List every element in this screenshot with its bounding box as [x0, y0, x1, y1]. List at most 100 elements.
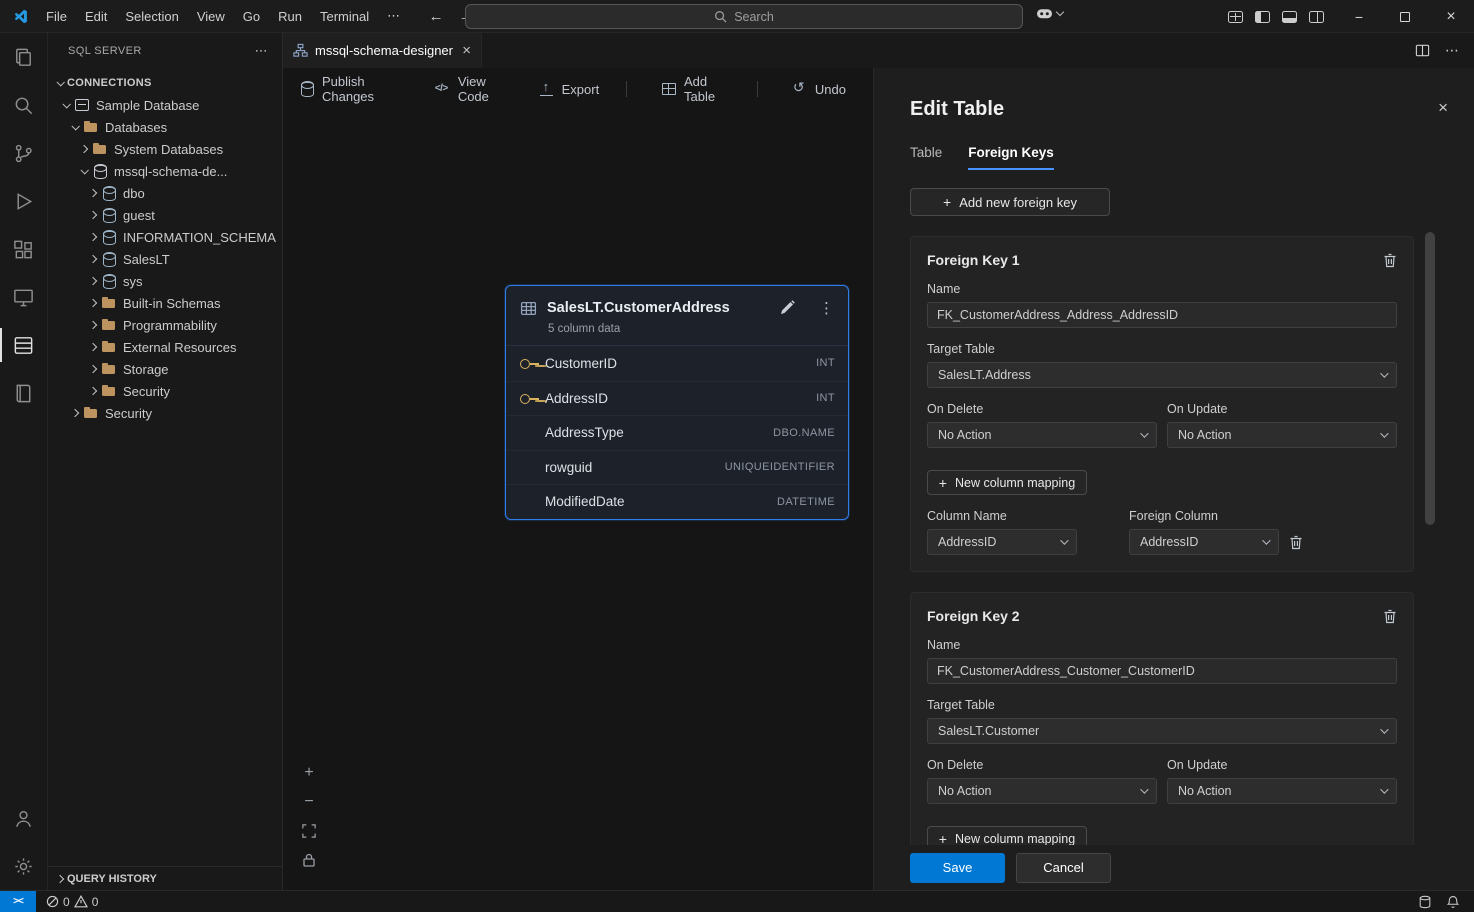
notifications-bell-icon[interactable]	[1446, 895, 1460, 909]
table-node-menu-icon[interactable]: ⋮	[819, 299, 834, 317]
zoom-out-icon[interactable]: −	[301, 794, 317, 810]
query-history-section[interactable]: QUERY HISTORY	[48, 866, 282, 890]
menu-item[interactable]: Edit	[76, 9, 116, 24]
new-column-mapping-button[interactable]: + New column mapping	[927, 470, 1087, 495]
cancel-button[interactable]: Cancel	[1016, 853, 1111, 883]
fk1-foreign-column-select[interactable]: AddressID	[1129, 529, 1279, 555]
toolbar-button[interactable]: View Code	[435, 74, 512, 104]
explorer-icon[interactable]	[0, 33, 48, 81]
problems-indicator[interactable]: 0 0	[46, 895, 98, 909]
tree-item[interactable]: Programmability	[48, 314, 282, 336]
tree-chevron-icon[interactable]	[85, 248, 100, 270]
save-button[interactable]: Save	[910, 853, 1005, 883]
fk1-column-name-select[interactable]: AddressID	[927, 529, 1077, 555]
tree-item[interactable]: Sample Database	[48, 94, 282, 116]
close-button[interactable]: ×	[1428, 0, 1474, 33]
remote-indicator[interactable]: ><	[0, 891, 36, 912]
designer-canvas[interactable]: Publish Changes View Code Export	[283, 68, 873, 890]
table-column-row[interactable]: AddressID INT	[506, 381, 848, 416]
menu-overflow-icon[interactable]: ⋯	[378, 8, 409, 24]
lock-icon[interactable]	[301, 852, 317, 868]
toggle-panel-icon[interactable]	[1282, 11, 1297, 23]
tree-chevron-icon[interactable]	[85, 204, 100, 226]
tree-chevron-icon[interactable]	[85, 358, 100, 380]
fk2-name-input[interactable]	[927, 658, 1397, 684]
connections-section-header[interactable]: CONNECTIONS	[48, 72, 282, 94]
tree-chevron-icon[interactable]	[58, 94, 73, 116]
table-column-row[interactable]: AddressType DBO.NAME	[506, 415, 848, 450]
tree-item[interactable]: dbo	[48, 182, 282, 204]
toolbar-button[interactable]: Undo	[757, 81, 846, 97]
minimize-button[interactable]: −	[1336, 0, 1382, 33]
tab-mssql-schema-designer[interactable]: mssql-schema-designer ×	[283, 33, 482, 68]
table-column-row[interactable]: rowguid UNIQUEIDENTIFIER	[506, 450, 848, 485]
fk1-target-table-select[interactable]: SalesLT.Address	[927, 362, 1397, 388]
command-center-search[interactable]: Search	[465, 4, 1023, 29]
new-column-mapping-button-fk2[interactable]: + New column mapping	[927, 826, 1087, 845]
tab-close-icon[interactable]: ×	[462, 42, 471, 59]
tree-item[interactable]: System Databases	[48, 138, 282, 160]
notebooks-icon[interactable]	[0, 369, 48, 417]
settings-gear-icon[interactable]	[0, 842, 48, 890]
tree-chevron-icon[interactable]	[85, 314, 100, 336]
tree-item[interactable]: External Resources	[48, 336, 282, 358]
fit-view-icon[interactable]	[301, 823, 317, 839]
copilot-menu[interactable]	[1035, 6, 1063, 21]
account-icon[interactable]	[0, 794, 48, 842]
tree-item[interactable]: sys	[48, 270, 282, 292]
tree-chevron-icon[interactable]	[85, 336, 100, 358]
table-column-row[interactable]: CustomerID INT	[506, 346, 848, 381]
tab-table[interactable]: Table	[910, 145, 942, 170]
panel-close-icon[interactable]: ×	[1438, 98, 1448, 118]
menu-item[interactable]: Selection	[116, 9, 187, 24]
tree-item[interactable]: Security	[48, 380, 282, 402]
tab-foreign-keys[interactable]: Foreign Keys	[968, 145, 1054, 170]
tree-item[interactable]: mssql-schema-de...	[48, 160, 282, 182]
tree-chevron-icon[interactable]	[85, 380, 100, 402]
zoom-in-icon[interactable]: +	[301, 765, 317, 781]
table-node-customeraddress[interactable]: SalesLT.CustomerAddress ⋮ 5 column data	[505, 285, 849, 520]
maximize-button[interactable]	[1382, 0, 1428, 33]
delete-fk2-trash-icon[interactable]	[1383, 609, 1397, 624]
toggle-secondary-sidebar-icon[interactable]	[1309, 11, 1324, 23]
panel-scrollbar[interactable]	[1425, 232, 1435, 525]
fk2-target-table-select[interactable]: SalesLT.Customer	[927, 718, 1397, 744]
search-view-icon[interactable]	[0, 81, 48, 129]
tree-item[interactable]: Databases	[48, 116, 282, 138]
tree-chevron-icon[interactable]	[85, 182, 100, 204]
tree-item[interactable]: Storage	[48, 358, 282, 380]
connection-status-icon[interactable]	[1418, 895, 1432, 909]
split-editor-icon[interactable]	[1415, 43, 1430, 58]
tree-chevron-icon[interactable]	[67, 402, 82, 424]
menu-item[interactable]: Terminal	[311, 9, 378, 24]
tree-chevron-icon[interactable]	[85, 270, 100, 292]
edit-table-pencil-icon[interactable]	[779, 300, 795, 316]
editor-more-actions-icon[interactable]: ⋯	[1445, 42, 1459, 59]
tree-item[interactable]: Built-in Schemas	[48, 292, 282, 314]
fk1-on-delete-select[interactable]: No Action	[927, 422, 1157, 448]
menu-item[interactable]: View	[188, 9, 234, 24]
tree-chevron-icon[interactable]	[67, 116, 82, 138]
sidebar-more-actions-icon[interactable]: ⋯	[255, 43, 268, 59]
menu-item[interactable]: Run	[269, 9, 311, 24]
table-column-row[interactable]: ModifiedDate DATETIME	[506, 484, 848, 519]
fk2-on-delete-select[interactable]: No Action	[927, 778, 1157, 804]
fk2-on-update-select[interactable]: No Action	[1167, 778, 1397, 804]
menu-item[interactable]: Go	[234, 9, 269, 24]
fk1-name-input[interactable]	[927, 302, 1397, 328]
customize-layout-icon[interactable]	[1228, 11, 1243, 23]
tree-item[interactable]: INFORMATION_SCHEMA	[48, 226, 282, 248]
toolbar-button[interactable]: Add Table	[626, 74, 730, 104]
add-foreign-key-button[interactable]: + Add new foreign key	[910, 188, 1110, 216]
source-control-icon[interactable]	[0, 129, 48, 177]
remote-explorer-icon[interactable]	[0, 273, 48, 321]
fk1-on-update-select[interactable]: No Action	[1167, 422, 1397, 448]
toggle-sidebar-icon[interactable]	[1255, 11, 1270, 23]
delete-fk1-trash-icon[interactable]	[1383, 253, 1397, 268]
toolbar-button[interactable]: Export	[539, 81, 600, 97]
tree-chevron-icon[interactable]	[85, 226, 100, 248]
tree-item[interactable]: Security	[48, 402, 282, 424]
toolbar-button[interactable]: Publish Changes	[299, 74, 408, 104]
run-debug-icon[interactable]	[0, 177, 48, 225]
tree-chevron-icon[interactable]	[76, 160, 91, 182]
